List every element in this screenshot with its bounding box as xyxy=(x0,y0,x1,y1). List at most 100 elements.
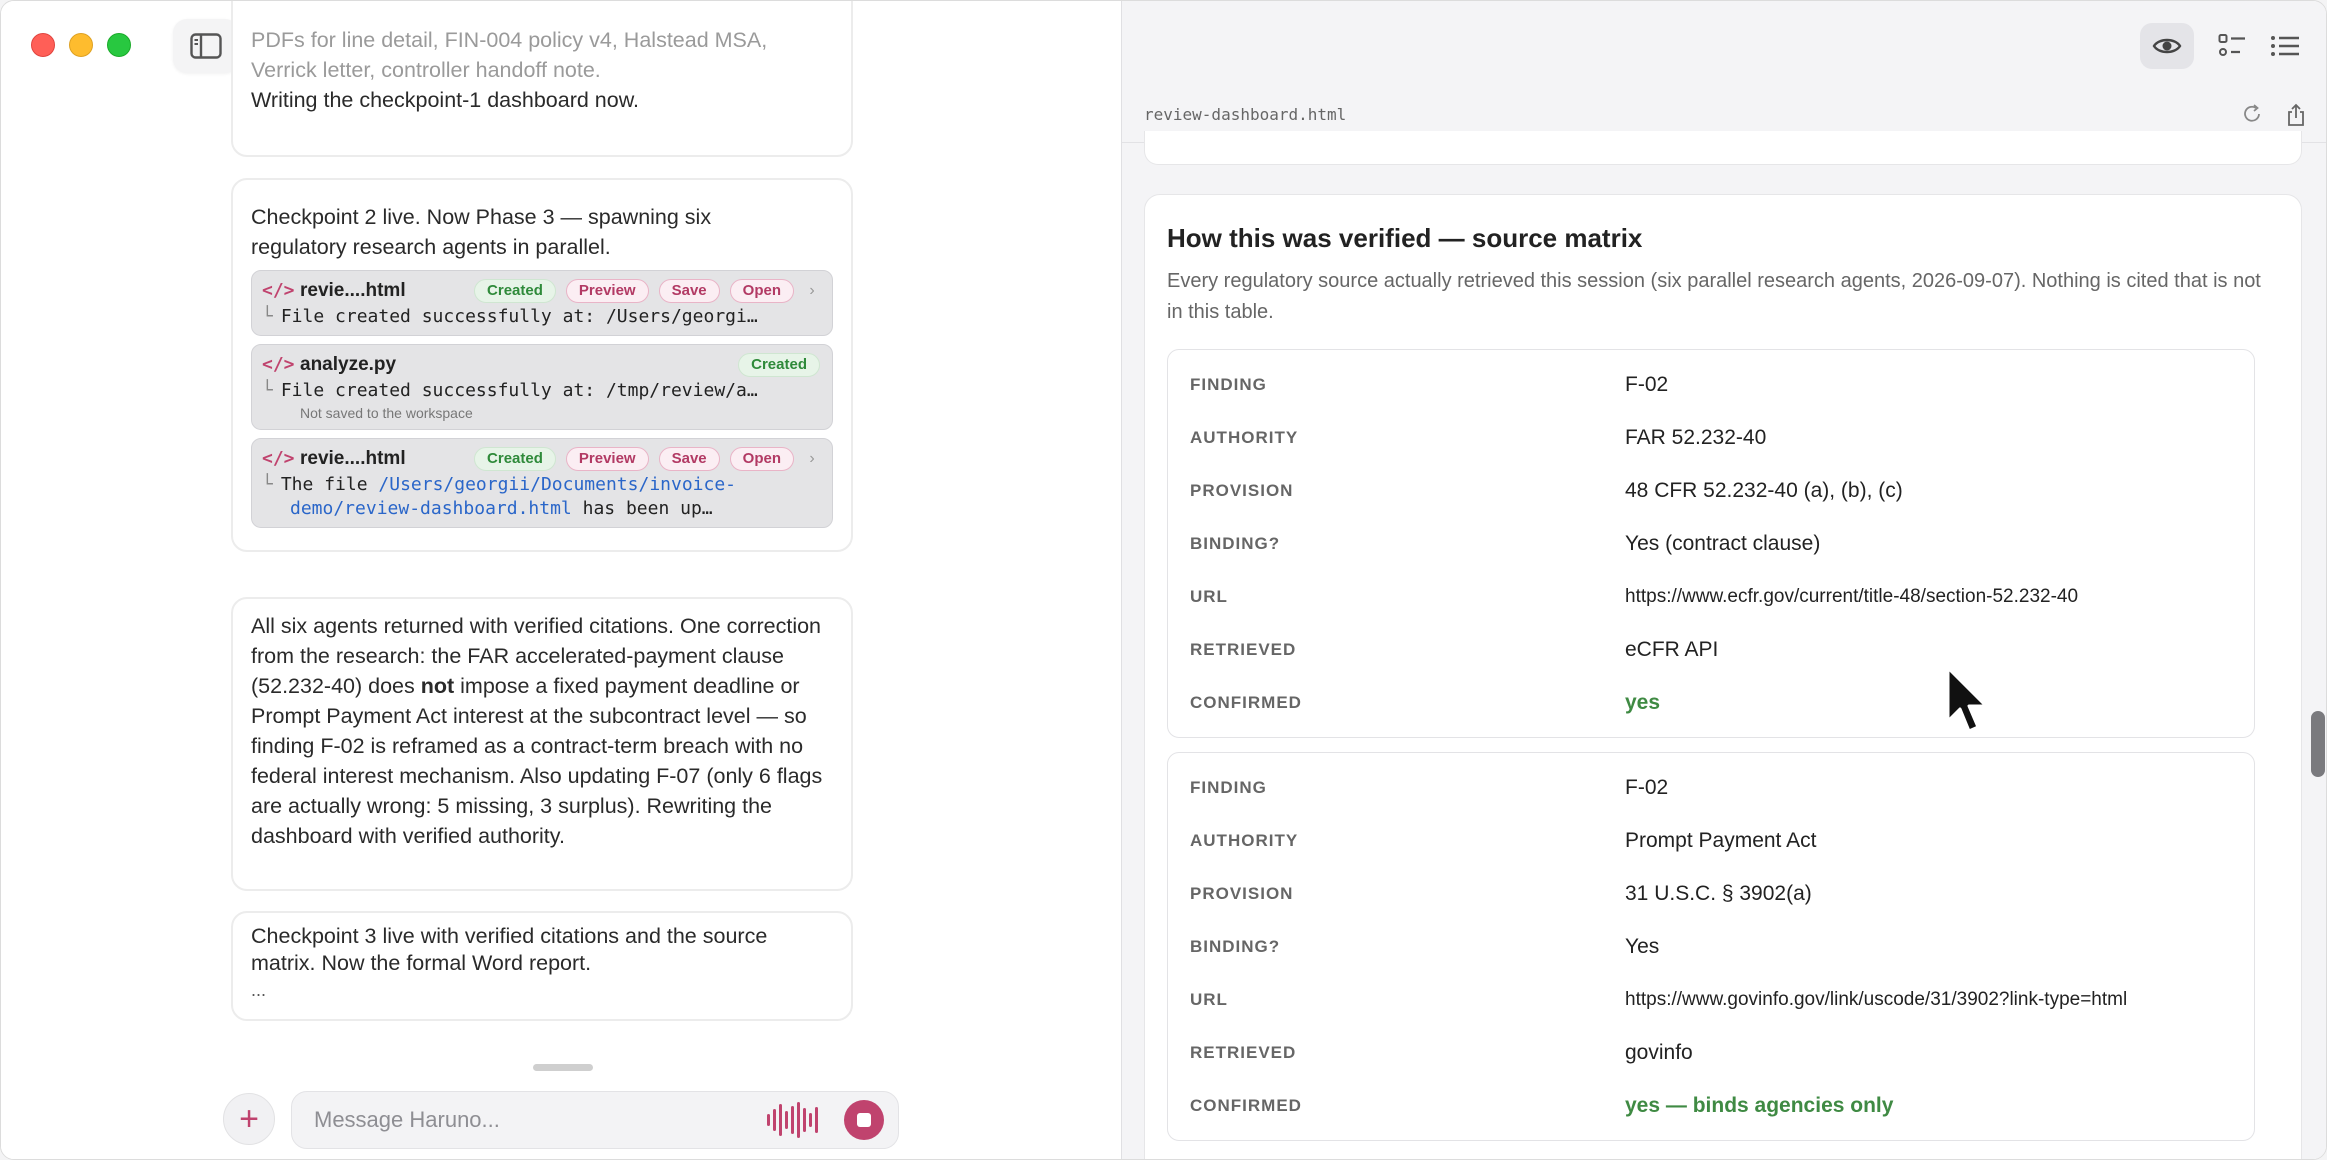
binding-value: Yes (contract clause) xyxy=(1625,531,1821,555)
assistant-message: Checkpoint 2 live. Now Phase 3 — spawnin… xyxy=(231,178,853,552)
close-window-button[interactable] xyxy=(31,33,55,57)
preview-button[interactable]: Preview xyxy=(565,279,649,303)
tool-file-name: revie....html xyxy=(300,448,406,469)
code-file-icon: </> xyxy=(262,280,295,301)
file-path-link[interactable]: demo/review-dashboard.html xyxy=(290,498,572,519)
eye-icon xyxy=(2152,38,2182,54)
list-icon[interactable] xyxy=(2270,34,2300,58)
field-label: Confirmed xyxy=(1190,692,1302,712)
typing-indicator: ... xyxy=(251,980,267,1000)
chevron-right-icon[interactable]: › xyxy=(804,444,820,474)
message-composer xyxy=(291,1091,899,1149)
window-controls xyxy=(31,33,131,57)
save-button[interactable]: Save xyxy=(658,279,720,303)
field-label: Provision xyxy=(1190,480,1294,500)
section-description: Every regulatory source actually retriev… xyxy=(1167,270,2261,323)
field-label: Provision xyxy=(1190,883,1294,903)
finding-value: F-02 xyxy=(1625,775,1669,799)
finding-value: F-02 xyxy=(1625,372,1669,396)
message-text-faded: Verrick letter, controller handoff note. xyxy=(251,58,601,82)
code-file-icon: </> xyxy=(262,354,295,375)
retrieved-value: govinfo xyxy=(1625,1040,1693,1064)
status-badge: Created xyxy=(738,353,820,377)
tool-file-name: analyze.py xyxy=(300,354,397,375)
chevron-right-icon[interactable]: › xyxy=(804,276,820,306)
stop-icon xyxy=(857,1113,871,1127)
field-label: Finding xyxy=(1190,777,1267,797)
field-label: Binding? xyxy=(1190,533,1281,553)
field-label: URL xyxy=(1190,989,1228,1009)
retrieved-value: eCFR API xyxy=(1625,637,1719,661)
authority-value: FAR 52.232-40 xyxy=(1625,425,1767,449)
message-text: Writing the checkpoint-1 dashboard now. xyxy=(251,88,640,112)
tool-note: Not saved to the workspace xyxy=(300,405,473,421)
field-label: Retrieved xyxy=(1190,639,1297,659)
checklist-icon[interactable] xyxy=(2218,33,2246,59)
add-attachment-button[interactable]: + xyxy=(223,1093,275,1145)
preview-toggle-button[interactable] xyxy=(2140,23,2194,69)
zoom-window-button[interactable] xyxy=(107,33,131,57)
minimize-window-button[interactable] xyxy=(69,33,93,57)
source-url-link[interactable]: https://www.ecfr.gov/current/title-48/se… xyxy=(1625,586,2078,608)
message-input[interactable] xyxy=(314,1107,767,1133)
confirmed-value: yes xyxy=(1625,690,1661,714)
provision-value: 48 CFR 52.232-40 (a), (b), (c) xyxy=(1625,478,1903,502)
source-matrix-section: How this was verified — source matrix Ev… xyxy=(1144,194,2302,1159)
sidebar-icon xyxy=(190,33,222,59)
source-url-link[interactable]: https://www.govinfo.gov/link/uscode/31/3… xyxy=(1625,989,2127,1011)
assistant-message: PDFs for line detail, FIN-004 policy v4,… xyxy=(231,1,853,157)
confirmed-value: yes — binds agencies only xyxy=(1625,1093,1894,1117)
tool-output: has been up… xyxy=(571,498,713,519)
voice-waveform-icon[interactable] xyxy=(767,1102,818,1138)
source-card: Finding F-02 Authority Prompt Payment Act … xyxy=(1167,752,2255,1141)
tool-output: File created successfully at: /Users/geo… xyxy=(280,306,758,327)
stop-generation-button[interactable] xyxy=(844,1100,884,1140)
section-title: How this was verified — source matrix xyxy=(1167,223,1643,253)
field-label: Finding xyxy=(1190,374,1267,394)
open-button[interactable]: Open xyxy=(729,279,794,303)
toggle-sidebar-button[interactable] xyxy=(173,19,239,73)
message-text: Checkpoint 3 live with verified citation… xyxy=(251,924,768,975)
status-badge: Created xyxy=(474,279,556,303)
code-file-icon: </> xyxy=(262,448,295,469)
tool-output: File created successfully at: /tmp/revie… xyxy=(280,380,758,401)
preview-file-name: review-dashboard.html xyxy=(1144,105,1347,124)
share-icon[interactable] xyxy=(2285,103,2307,127)
preview-pane: review-dashboard.html How this was verif… xyxy=(1121,1,2326,1159)
plus-icon: + xyxy=(239,1100,259,1138)
field-label: Confirmed xyxy=(1190,1095,1302,1115)
field-label: Retrieved xyxy=(1190,1042,1297,1062)
mouse-pointer-icon xyxy=(1946,666,1988,733)
tool-call-card[interactable]: </> analyze.py Created └ File created suc… xyxy=(251,344,833,430)
refresh-icon[interactable] xyxy=(2241,103,2263,125)
previous-section-card xyxy=(1144,131,2302,165)
open-button[interactable]: Open xyxy=(729,447,794,471)
binding-value: Yes xyxy=(1625,934,1660,958)
preview-toolbar xyxy=(2140,23,2300,69)
chat-pane: invoice-demo PDFs for line detail, FIN-0… xyxy=(1,1,1121,1159)
tool-file-name: revie....html xyxy=(300,280,406,301)
assistant-message: All six agents returned with verified ci… xyxy=(231,597,853,891)
preview-button[interactable]: Preview xyxy=(565,447,649,471)
file-path-link[interactable]: /Users/georgii/Documents/invoice- xyxy=(378,474,736,495)
field-label: Authority xyxy=(1190,427,1299,447)
assistant-message: Checkpoint 3 live with verified citation… xyxy=(231,911,853,1021)
tool-output: The file xyxy=(280,474,379,495)
tool-call-card[interactable]: </> revie....html Created Preview Save O… xyxy=(251,270,833,336)
status-badge: Created xyxy=(474,447,556,471)
app-window: invoice-demo PDFs for line detail, FIN-0… xyxy=(0,0,2327,1160)
save-button[interactable]: Save xyxy=(658,447,720,471)
message-text: Checkpoint 2 live. Now Phase 3 — spawnin… xyxy=(251,205,712,259)
preview-scrollbar[interactable] xyxy=(2311,711,2325,777)
provision-value: 31 U.S.C. § 3902(a) xyxy=(1625,881,1812,905)
authority-value: Prompt Payment Act xyxy=(1625,828,1817,852)
field-label: Authority xyxy=(1190,830,1299,850)
source-card: Finding F-02 Authority FAR 52.232-40 Provi… xyxy=(1167,349,2255,738)
message-emphasis: not xyxy=(420,674,455,698)
tool-call-card[interactable]: </> revie....html Created Preview Save O… xyxy=(251,438,833,528)
field-label: URL xyxy=(1190,586,1228,606)
field-label: Binding? xyxy=(1190,936,1281,956)
message-text: impose a fixed payment deadline or Promp… xyxy=(251,674,823,848)
message-text-faded: PDFs for line detail, FIN-004 policy v4,… xyxy=(251,28,768,52)
resize-handle[interactable] xyxy=(533,1064,593,1071)
